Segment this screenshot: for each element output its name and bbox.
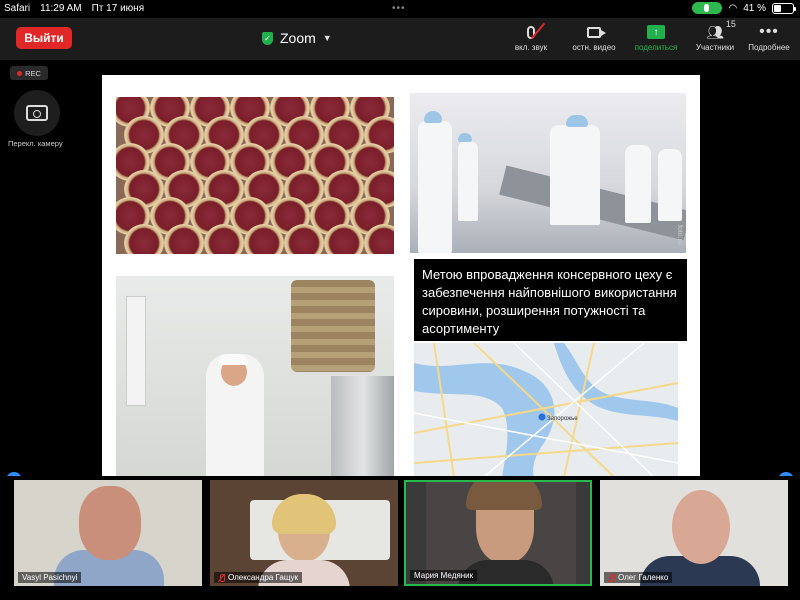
back-to-app-label[interactable]: Safari bbox=[4, 3, 30, 14]
status-date: Пт 17 июня bbox=[91, 3, 145, 14]
camera-rotate-icon bbox=[26, 105, 48, 121]
more-button[interactable]: ••• Подробнее bbox=[737, 21, 800, 57]
participant-name-tag: Олександра Гащук bbox=[214, 572, 302, 583]
meeting-title: Zoom bbox=[280, 30, 316, 46]
participant-name: Мария Медяник bbox=[414, 571, 474, 580]
can-of-meat bbox=[204, 224, 244, 254]
participant-tile[interactable]: Олександра Гащук bbox=[210, 480, 398, 586]
recording-label: REC bbox=[25, 68, 41, 78]
chevron-down-icon: ▼ bbox=[322, 33, 332, 43]
wifi-icon: ◠ bbox=[728, 2, 738, 14]
shared-screen: foto.ru Метою впровадження консервного ц… bbox=[102, 75, 700, 480]
battery-percent: 41 % bbox=[743, 2, 766, 14]
share-arrow-icon: ↑ bbox=[647, 25, 665, 39]
participant-name: Vasyl Pasichnyi bbox=[22, 573, 78, 582]
photo-canned-meat bbox=[116, 97, 394, 254]
meeting-toolbar: Выйти ✓ Zoom ▼ вкл. звук остн. видео ↑ п… bbox=[0, 18, 800, 60]
meeting-title-button[interactable]: ✓ Zoom ▼ bbox=[262, 27, 332, 49]
leave-meeting-button[interactable]: Выйти bbox=[16, 27, 72, 49]
battery-icon bbox=[772, 2, 796, 14]
unmute-label: вкл. звук bbox=[514, 43, 548, 52]
participant-name: Олег Галенко bbox=[618, 573, 669, 582]
participant-tile[interactable]: Vasyl Pasichnyi bbox=[14, 480, 202, 586]
can-of-meat bbox=[164, 224, 204, 254]
participants-count: 15 bbox=[725, 19, 736, 29]
can-of-meat bbox=[124, 224, 164, 254]
photo-city-map: Запорожье bbox=[414, 343, 678, 477]
recording-badge: REC bbox=[10, 66, 48, 80]
participant-tile-active-speaker[interactable]: Мария Медяник bbox=[404, 480, 592, 586]
photo-production-line: foto.ru bbox=[410, 93, 686, 253]
mic-in-use-icon bbox=[692, 2, 723, 14]
participant-name-tag: Олег Галенко bbox=[604, 572, 673, 583]
participants-label: Участники bbox=[695, 43, 735, 52]
muted-mic-icon bbox=[218, 573, 225, 582]
participant-name: Олександра Гащук bbox=[228, 573, 298, 582]
record-dot-icon bbox=[17, 70, 23, 76]
participant-strip: Vasyl Pasichnyi Олександра Гащук Мария М… bbox=[0, 476, 800, 600]
map-city-label: Запорожье bbox=[547, 416, 578, 422]
stop-video-button[interactable]: остн. видео bbox=[562, 21, 626, 57]
share-label: поделиться bbox=[634, 43, 678, 52]
status-time: 11:29 AM bbox=[40, 3, 82, 14]
video-camera-icon bbox=[587, 26, 606, 38]
more-label: Подробнее bbox=[748, 43, 790, 52]
stop-video-label: остн. видео bbox=[572, 43, 616, 52]
photo-autoclave-worker bbox=[116, 276, 394, 478]
muted-mic-icon bbox=[608, 573, 615, 582]
status-bar: Safari 11:29 AM Пт 17 июня ••• ◠ 41 % bbox=[0, 0, 800, 18]
more-dots-icon: ••• bbox=[759, 23, 779, 40]
can-of-meat bbox=[324, 224, 364, 254]
can-of-meat bbox=[284, 224, 324, 254]
participants-icon: 👥︎ bbox=[706, 23, 724, 40]
can-of-meat bbox=[244, 224, 284, 254]
photo-watermark: foto.ru bbox=[676, 225, 683, 245]
participant-tile[interactable]: Олег Галенко bbox=[600, 480, 788, 586]
participant-name-tag: Vasyl Pasichnyi bbox=[18, 572, 82, 583]
participant-name-tag: Мария Медяник bbox=[410, 570, 478, 581]
flip-camera-label: Перекл. камеру bbox=[8, 139, 63, 148]
multitasking-dots-icon[interactable]: ••• bbox=[392, 3, 406, 14]
shield-icon: ✓ bbox=[262, 31, 273, 45]
slide-text-box: Метою впровадження консервного цеху є за… bbox=[414, 259, 687, 341]
share-button[interactable]: ↑ поделиться bbox=[624, 21, 688, 57]
flip-camera-button[interactable] bbox=[14, 90, 60, 136]
unmute-button[interactable]: вкл. звук bbox=[499, 21, 563, 57]
map-graphic: Запорожье bbox=[414, 343, 678, 477]
